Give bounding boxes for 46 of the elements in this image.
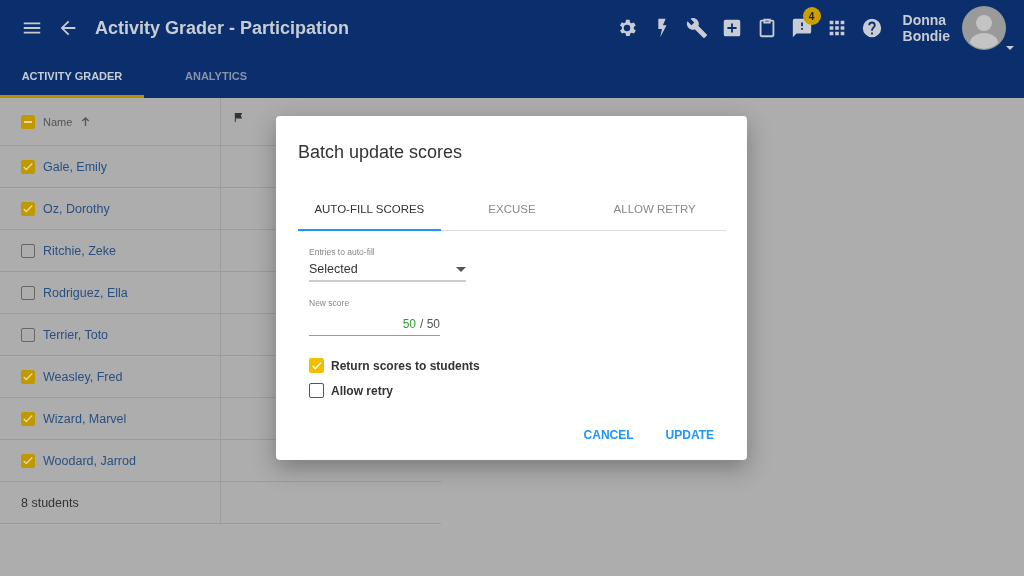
user-name[interactable]: Donna <box>902 12 950 28</box>
entries-dropdown[interactable]: Selected <box>309 257 466 282</box>
option-checkbox[interactable] <box>309 358 324 373</box>
option-label: Return scores to students <box>331 358 480 373</box>
score-input[interactable]: 50 <box>402 317 416 331</box>
score-max: / 50 <box>420 317 440 331</box>
dialog-button[interactable]: UPDATE <box>653 420 726 450</box>
field-label: New score <box>309 298 351 308</box>
dialog-tab[interactable]: EXCUSE <box>440 189 584 231</box>
row-checkbox[interactable] <box>21 453 35 468</box>
page-title: Activity Grader - Participation <box>95 17 350 39</box>
student-name-link[interactable]: Terrier, Toto <box>43 327 109 342</box>
student-name-link[interactable]: Oz, Dorothy <box>43 201 110 216</box>
tab[interactable]: ACTIVITY GRADER <box>0 56 144 98</box>
notification-badge: 4 <box>802 7 821 25</box>
user-name[interactable]: Bondie <box>902 28 950 44</box>
help-icon[interactable] <box>860 17 883 39</box>
field-label: Entries to auto-fill <box>309 247 376 257</box>
avatar-icon[interactable] <box>962 6 1014 50</box>
row-checkbox[interactable] <box>21 201 35 216</box>
student-name-link[interactable]: Weasley, Fred <box>43 369 123 384</box>
select-all-checkbox[interactable] <box>21 114 35 129</box>
student-name-link[interactable]: Gale, Emily <box>43 159 107 174</box>
row-checkbox[interactable] <box>21 285 35 300</box>
option-label: Allow retry <box>331 383 393 398</box>
student-name-link[interactable]: Ritchie, Zeke <box>43 243 116 258</box>
column-header[interactable]: Name <box>43 115 73 128</box>
sort-up-arrow-icon[interactable] <box>80 116 92 127</box>
dialog-button[interactable]: CANCEL <box>571 420 646 450</box>
dialog-tab[interactable]: ALLOW RETRY <box>583 189 726 231</box>
dropdown-caret-icon[interactable] <box>456 266 466 272</box>
row-checkbox[interactable] <box>21 327 35 342</box>
row-checkbox[interactable] <box>21 411 35 426</box>
wrench-icon[interactable] <box>685 17 708 39</box>
tab[interactable]: ANALYTICS <box>144 56 288 98</box>
student-name-link[interactable]: Wizard, Marvel <box>43 411 127 426</box>
row-checkbox[interactable] <box>21 243 35 258</box>
dialog-title: Batch update scores <box>298 142 464 163</box>
student-count: 8 students <box>21 495 79 510</box>
option-checkbox[interactable] <box>309 383 324 398</box>
dialog-tab[interactable]: AUTO-FILL SCORES <box>298 189 441 231</box>
student-name-link[interactable]: Rodriguez, Ella <box>43 285 128 300</box>
student-name-link[interactable]: Woodard, Jarrod <box>43 453 136 468</box>
row-checkbox[interactable] <box>21 369 35 384</box>
row-checkbox[interactable] <box>21 159 35 174</box>
flag-icon[interactable] <box>233 112 244 123</box>
